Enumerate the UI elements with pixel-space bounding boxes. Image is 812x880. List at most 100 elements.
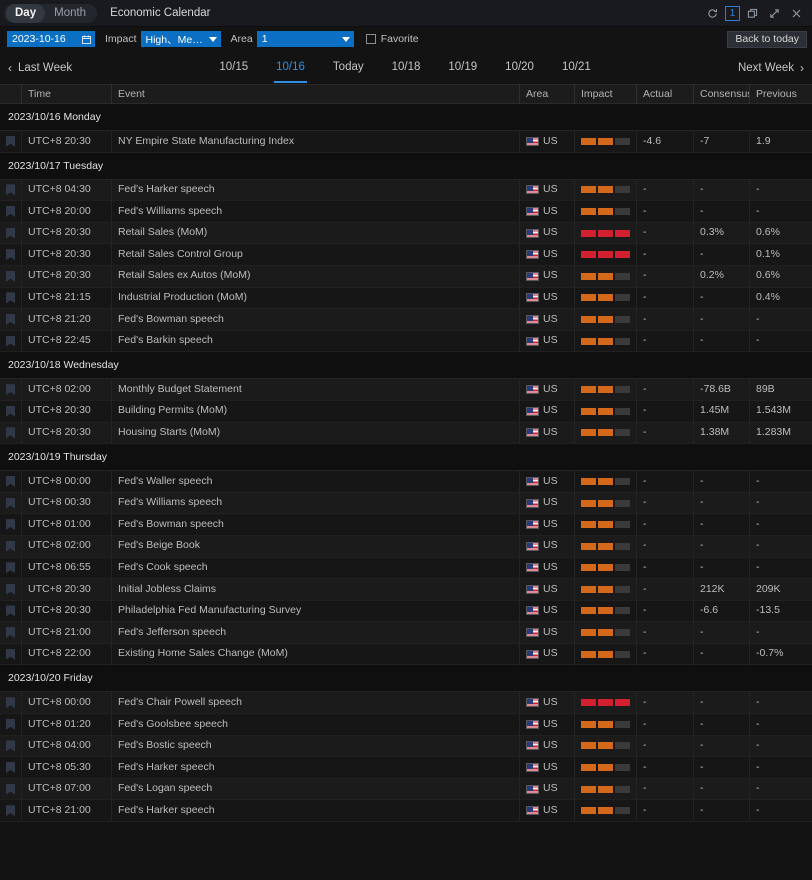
column-header-time[interactable]: Time (22, 84, 112, 104)
row-bookmark-cell[interactable] (0, 400, 22, 422)
area-filter-select[interactable]: 1 (257, 31, 354, 47)
table-row[interactable]: UTC+8 06:55Fed's Cook speechUS--- (0, 558, 812, 580)
bookmark-icon[interactable] (6, 584, 15, 595)
table-row[interactable]: UTC+8 21:20Fed's Bowman speechUS--- (0, 309, 812, 331)
row-bookmark-cell[interactable] (0, 622, 22, 644)
row-bookmark-cell[interactable] (0, 179, 22, 201)
row-bookmark-cell[interactable] (0, 330, 22, 352)
bookmark-icon[interactable] (6, 336, 15, 347)
row-bookmark-cell[interactable] (0, 714, 22, 736)
bookmark-icon[interactable] (6, 427, 15, 438)
table-row[interactable]: UTC+8 00:00Fed's Waller speechUS--- (0, 471, 812, 493)
favorite-filter[interactable]: Favorite (366, 33, 419, 45)
day-tab-0[interactable]: 10/15 (205, 51, 262, 84)
window-count-badge[interactable]: 1 (725, 6, 740, 21)
table-row[interactable]: UTC+8 22:00Existing Home Sales Change (M… (0, 644, 812, 666)
next-week-button[interactable]: Next Week › (738, 61, 804, 75)
day-tab-today[interactable]: Today (319, 51, 378, 84)
bookmark-icon[interactable] (6, 805, 15, 816)
table-row[interactable]: UTC+8 20:30Retail Sales (MoM)US-0.3%0.6% (0, 223, 812, 245)
column-header-actual[interactable]: Actual (637, 84, 694, 104)
close-icon[interactable] (787, 4, 806, 23)
bookmark-icon[interactable] (6, 228, 15, 239)
table-row[interactable]: UTC+8 20:00Fed's Williams speechUS--- (0, 201, 812, 223)
table-row[interactable]: UTC+8 01:00Fed's Bowman speechUS--- (0, 514, 812, 536)
row-bookmark-cell[interactable] (0, 757, 22, 779)
expand-icon[interactable] (765, 4, 784, 23)
row-bookmark-cell[interactable] (0, 309, 22, 331)
day-tab-6[interactable]: 10/21 (548, 51, 605, 84)
last-week-button[interactable]: ‹ Last Week (8, 61, 72, 75)
bookmark-icon[interactable] (6, 719, 15, 730)
mode-tab-month[interactable]: Month (45, 4, 95, 23)
day-tab-4[interactable]: 10/19 (434, 51, 491, 84)
table-row[interactable]: UTC+8 21:00Fed's Harker speechUS--- (0, 800, 812, 822)
table-row[interactable]: UTC+8 01:20Fed's Goolsbee speechUS--- (0, 714, 812, 736)
table-row[interactable]: UTC+8 20:30NY Empire State Manufacturing… (0, 131, 812, 153)
row-bookmark-cell[interactable] (0, 800, 22, 822)
favorite-checkbox[interactable] (366, 34, 376, 44)
row-bookmark-cell[interactable] (0, 557, 22, 579)
bookmark-icon[interactable] (6, 136, 15, 147)
bookmark-icon[interactable] (6, 292, 15, 303)
table-row[interactable]: UTC+8 05:30Fed's Harker speechUS--- (0, 757, 812, 779)
bookmark-icon[interactable] (6, 184, 15, 195)
row-bookmark-cell[interactable] (0, 287, 22, 309)
back-to-today-button[interactable]: Back to today (727, 31, 807, 48)
row-bookmark-cell[interactable] (0, 471, 22, 493)
row-bookmark-cell[interactable] (0, 579, 22, 601)
row-bookmark-cell[interactable] (0, 535, 22, 557)
table-row[interactable]: UTC+8 00:00Fed's Chair Powell speechUS--… (0, 692, 812, 714)
bookmark-icon[interactable] (6, 784, 15, 795)
bookmark-icon[interactable] (6, 384, 15, 395)
table-row[interactable]: UTC+8 20:30Retail Sales ex Autos (MoM)US… (0, 266, 812, 288)
column-header-mark[interactable] (0, 84, 22, 104)
view-mode-switch[interactable]: Day Month (4, 4, 97, 23)
row-bookmark-cell[interactable] (0, 422, 22, 444)
row-bookmark-cell[interactable] (0, 643, 22, 665)
row-bookmark-cell[interactable] (0, 778, 22, 800)
row-bookmark-cell[interactable] (0, 735, 22, 757)
row-bookmark-cell[interactable] (0, 514, 22, 536)
row-bookmark-cell[interactable] (0, 379, 22, 401)
day-tab-3[interactable]: 10/18 (378, 51, 435, 84)
bookmark-icon[interactable] (6, 519, 15, 530)
date-picker[interactable]: 2023-10-16 (7, 31, 95, 47)
column-header-previous[interactable]: Previous (750, 84, 812, 104)
table-row[interactable]: UTC+8 21:00Fed's Jefferson speechUS--- (0, 622, 812, 644)
row-bookmark-cell[interactable] (0, 201, 22, 223)
bookmark-icon[interactable] (6, 249, 15, 260)
row-bookmark-cell[interactable] (0, 600, 22, 622)
table-row[interactable]: UTC+8 20:30Initial Jobless ClaimsUS-212K… (0, 579, 812, 601)
row-bookmark-cell[interactable] (0, 244, 22, 266)
row-bookmark-cell[interactable] (0, 265, 22, 287)
bookmark-icon[interactable] (6, 314, 15, 325)
refresh-icon[interactable] (703, 4, 722, 23)
column-header-consensus[interactable]: Consensus (694, 84, 750, 104)
bookmark-icon[interactable] (6, 498, 15, 509)
bookmark-icon[interactable] (6, 627, 15, 638)
bookmark-icon[interactable] (6, 762, 15, 773)
impact-filter-select[interactable]: High、Medi... (141, 31, 221, 47)
calendar-table-body[interactable]: 2023/10/16 MondayUTC+8 20:30NY Empire St… (0, 104, 812, 876)
column-header-event[interactable]: Event (112, 84, 520, 104)
bookmark-icon[interactable] (6, 271, 15, 282)
day-tab-5[interactable]: 10/20 (491, 51, 548, 84)
bookmark-icon[interactable] (6, 476, 15, 487)
table-row[interactable]: UTC+8 20:30Retail Sales Control GroupUS-… (0, 244, 812, 266)
mode-tab-day[interactable]: Day (6, 4, 45, 23)
column-header-impact[interactable]: Impact (575, 84, 637, 104)
bookmark-icon[interactable] (6, 206, 15, 217)
bookmark-icon[interactable] (6, 562, 15, 573)
table-row[interactable]: UTC+8 21:15Industrial Production (MoM)US… (0, 288, 812, 310)
bookmark-icon[interactable] (6, 406, 15, 417)
table-row[interactable]: UTC+8 04:00Fed's Bostic speechUS--- (0, 736, 812, 758)
bookmark-icon[interactable] (6, 697, 15, 708)
row-bookmark-cell[interactable] (0, 492, 22, 514)
table-row[interactable]: UTC+8 07:00Fed's Logan speechUS--- (0, 779, 812, 801)
bookmark-icon[interactable] (6, 740, 15, 751)
table-row[interactable]: UTC+8 20:30Housing Starts (MoM)US-1.38M1… (0, 423, 812, 445)
day-tab-1[interactable]: 10/16 (262, 51, 319, 84)
table-row[interactable]: UTC+8 02:00Monthly Budget StatementUS--7… (0, 379, 812, 401)
row-bookmark-cell[interactable] (0, 222, 22, 244)
